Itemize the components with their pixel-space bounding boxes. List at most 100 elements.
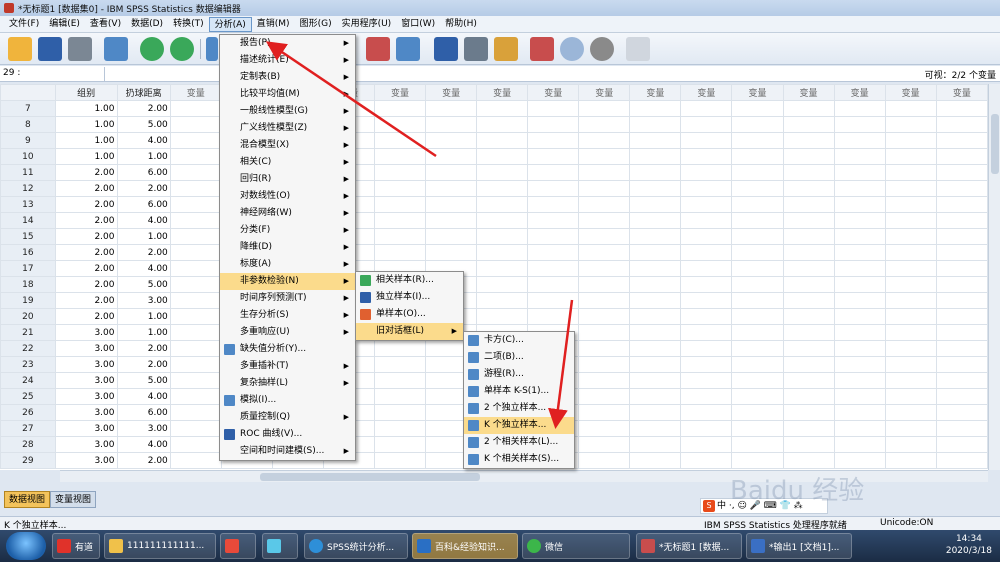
- empty-cell[interactable]: [578, 452, 631, 469]
- empty-cell[interactable]: [578, 308, 631, 325]
- menu-item[interactable]: 对数线性(O) ▶: [220, 188, 355, 205]
- empty-cell[interactable]: [731, 276, 784, 293]
- menu-item[interactable]: K 个独立样本...: [464, 417, 574, 434]
- empty-cell[interactable]: [425, 164, 478, 181]
- data-cell[interactable]: 1.00: [116, 228, 171, 245]
- empty-cell[interactable]: [833, 228, 886, 245]
- empty-variable-header[interactable]: 变量: [680, 84, 733, 101]
- menu-item[interactable]: 神经网络(W) ▶: [220, 205, 355, 222]
- menu-item[interactable]: 生存分析(S) ▶: [220, 307, 355, 324]
- empty-cell[interactable]: [527, 276, 580, 293]
- empty-cell[interactable]: [578, 132, 631, 149]
- empty-cell[interactable]: [833, 308, 886, 325]
- empty-cell[interactable]: [680, 132, 733, 149]
- menu-item[interactable]: 相关样本(R)...: [356, 272, 463, 289]
- empty-cell[interactable]: [578, 260, 631, 277]
- empty-variable-header[interactable]: 变量: [833, 84, 886, 101]
- empty-cell[interactable]: [374, 100, 427, 117]
- empty-cell[interactable]: [731, 164, 784, 181]
- empty-cell[interactable]: [782, 308, 835, 325]
- empty-cell[interactable]: [578, 324, 631, 341]
- empty-cell[interactable]: [884, 324, 937, 341]
- tab-variable-view[interactable]: 变量视图: [50, 491, 97, 508]
- empty-cell[interactable]: [731, 452, 784, 469]
- balance-icon[interactable]: [464, 37, 488, 61]
- empty-cell[interactable]: [731, 436, 784, 453]
- empty-cell[interactable]: [884, 452, 937, 469]
- row-number[interactable]: 9: [0, 132, 56, 149]
- empty-cell[interactable]: [935, 372, 988, 389]
- empty-cell[interactable]: [935, 132, 988, 149]
- empty-cell[interactable]: [782, 100, 835, 117]
- empty-cell[interactable]: [374, 180, 427, 197]
- menu-item[interactable]: 标度(A) ▶: [220, 256, 355, 273]
- menu-item[interactable]: 多重插补(T) ▶: [220, 358, 355, 375]
- menu-file[interactable]: 文件(F): [4, 17, 44, 32]
- empty-cell[interactable]: [680, 164, 733, 181]
- empty-variable-header[interactable]: 变量: [731, 84, 784, 101]
- task-app-1[interactable]: [220, 533, 256, 559]
- menu-item[interactable]: 游程(R)...: [464, 366, 574, 383]
- menu-item[interactable]: 单样本 K-S(1)...: [464, 383, 574, 400]
- empty-cell[interactable]: [935, 180, 988, 197]
- empty-cell[interactable]: [680, 324, 733, 341]
- data-cell[interactable]: 1.00: [54, 100, 118, 117]
- menu-item[interactable]: 卡方(C)...: [464, 332, 574, 349]
- menu-utilities[interactable]: 实用程序(U): [337, 17, 397, 32]
- data-cell[interactable]: 2.00: [116, 244, 171, 261]
- empty-cell[interactable]: [629, 196, 682, 213]
- empty-cell[interactable]: [425, 212, 478, 229]
- empty-cell[interactable]: [169, 292, 222, 309]
- data-cell[interactable]: 3.00: [54, 388, 118, 405]
- empty-cell[interactable]: [169, 228, 222, 245]
- data-cell[interactable]: 2.00: [54, 244, 118, 261]
- empty-variable-header[interactable]: 变量: [782, 84, 835, 101]
- empty-cell[interactable]: [169, 244, 222, 261]
- empty-cell[interactable]: [833, 452, 886, 469]
- save-icon[interactable]: [38, 37, 62, 61]
- row-number[interactable]: 21: [0, 324, 56, 341]
- empty-cell[interactable]: [374, 340, 427, 357]
- empty-cell[interactable]: [425, 100, 478, 117]
- empty-cell[interactable]: [578, 404, 631, 421]
- empty-cell[interactable]: [680, 340, 733, 357]
- row-number[interactable]: 19: [0, 292, 56, 309]
- task-youdao[interactable]: 有道: [52, 533, 100, 559]
- empty-cell[interactable]: [884, 164, 937, 181]
- empty-cell[interactable]: [169, 420, 222, 437]
- empty-cell[interactable]: [884, 404, 937, 421]
- row-number[interactable]: 25: [0, 388, 56, 405]
- empty-cell[interactable]: [169, 404, 222, 421]
- empty-cell[interactable]: [374, 420, 427, 437]
- empty-cell[interactable]: [374, 436, 427, 453]
- empty-cell[interactable]: [884, 420, 937, 437]
- menu-item[interactable]: 报告(P) ▶: [220, 35, 355, 52]
- empty-cell[interactable]: [731, 148, 784, 165]
- menu-item[interactable]: 模拟(I)...: [220, 392, 355, 409]
- row-number[interactable]: 22: [0, 340, 56, 357]
- empty-cell[interactable]: [578, 276, 631, 293]
- empty-cell[interactable]: [578, 244, 631, 261]
- empty-cell[interactable]: [782, 228, 835, 245]
- data-cell[interactable]: 1.00: [54, 132, 118, 149]
- weight-cases-icon[interactable]: [396, 37, 420, 61]
- data-cell[interactable]: 2.00: [54, 180, 118, 197]
- empty-cell[interactable]: [527, 212, 580, 229]
- empty-cell[interactable]: [527, 100, 580, 117]
- task-spss-output[interactable]: *输出1 [文档1]...: [746, 533, 852, 559]
- empty-cell[interactable]: [425, 196, 478, 213]
- empty-cell[interactable]: [169, 212, 222, 229]
- empty-cell[interactable]: [884, 356, 937, 373]
- empty-cell[interactable]: [782, 356, 835, 373]
- menu-item[interactable]: 广义线性模型(Z) ▶: [220, 120, 355, 137]
- abc-spellcheck-icon[interactable]: [626, 37, 650, 61]
- goto-case-icon[interactable]: [206, 37, 218, 61]
- empty-cell[interactable]: [629, 164, 682, 181]
- data-cell[interactable]: 1.00: [116, 324, 171, 341]
- empty-cell[interactable]: [884, 388, 937, 405]
- row-number[interactable]: 24: [0, 372, 56, 389]
- empty-cell[interactable]: [833, 148, 886, 165]
- empty-cell[interactable]: [731, 228, 784, 245]
- empty-cell[interactable]: [935, 436, 988, 453]
- empty-cell[interactable]: [169, 356, 222, 373]
